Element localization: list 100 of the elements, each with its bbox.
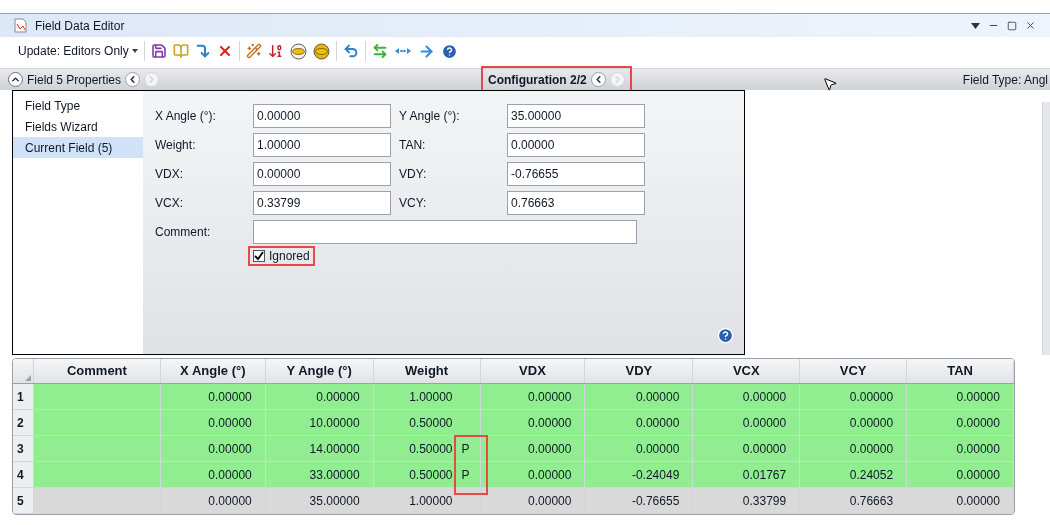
table-cell: 0.00000	[693, 436, 801, 461]
row-number: 4	[13, 462, 34, 487]
table-cell: -0.24049	[585, 462, 694, 487]
table-cell: 35.00000	[265, 488, 374, 513]
table-cell: 0.00000	[907, 410, 1014, 435]
save-icon[interactable]	[150, 43, 167, 59]
panel-title: Field 5 Properties	[27, 71, 122, 89]
column-header[interactable]: X Angle (°)	[160, 359, 266, 383]
number-field[interactable]: 0.00000	[507, 132, 645, 157]
dotted-arrows-icon[interactable]	[393, 46, 412, 56]
table-cell: 0.00000	[160, 436, 266, 461]
close-icon[interactable]	[1025, 20, 1036, 31]
table-cell: 0.00000	[693, 384, 801, 409]
table-cell: 0.00000	[585, 436, 694, 461]
filled-lens-icon[interactable]	[312, 42, 330, 60]
table-cell: 0.00000	[585, 410, 694, 435]
number-field[interactable]: 35.00000	[507, 103, 645, 128]
table-cell-text: 0.50000	[408, 441, 454, 458]
solve-marker[interactable]: P	[461, 468, 470, 482]
row-number: 3	[13, 436, 34, 461]
column-header[interactable]: VDX	[480, 359, 586, 383]
mouse-cursor-icon	[822, 76, 838, 92]
column-header[interactable]: TAN	[907, 359, 1014, 383]
column-header[interactable]: VDY	[585, 359, 694, 383]
nav-item[interactable]: Fields Wizard	[13, 116, 143, 137]
field-label: Weight:	[155, 136, 197, 154]
column-header[interactable]: VCX	[693, 359, 801, 383]
table-cell: 0.33799	[693, 488, 801, 513]
column-header[interactable]: Y Angle (°)	[265, 359, 374, 383]
arrow-down-right-icon[interactable]	[194, 43, 211, 59]
chevron-up-icon	[10, 74, 21, 85]
maximize-icon[interactable]	[1007, 20, 1017, 31]
nav-item[interactable]: Field Type	[13, 95, 143, 116]
swap-arrows-icon[interactable]	[371, 43, 388, 59]
table-cell: 0.00000	[907, 462, 1014, 487]
number-field[interactable]: 0.76663	[507, 190, 645, 215]
table-cell: 0.00000	[480, 384, 586, 409]
comment-field[interactable]	[253, 219, 637, 244]
table-cell: 0.00000	[585, 384, 694, 409]
number-field[interactable]: -0.76655	[507, 161, 645, 186]
table-row[interactable]: 3 0.00000 14.00000 0.50000 P 0.00000 0.00000 0.00000 0.00000 0.00000	[13, 436, 1014, 462]
field-label: Comment:	[155, 223, 212, 241]
checkmark-icon	[254, 251, 264, 261]
collapse-button[interactable]	[8, 72, 23, 87]
table-cell: 0.00000	[800, 436, 908, 461]
table-cell-text: 1.00000	[408, 493, 454, 510]
magic-wand-icon[interactable]	[245, 43, 262, 59]
window-title: Field Data Editor	[35, 17, 125, 35]
sort-numeric-icon[interactable]	[267, 43, 284, 59]
table-cell: 0.00000	[160, 462, 266, 487]
table-row[interactable]: 4 0.00000 33.00000 0.50000 P 0.00000 -0.24049 0.01767 0.24052 0.00000	[13, 462, 1014, 488]
help-icon[interactable]	[440, 42, 458, 60]
table-cell: 0.00000	[480, 410, 586, 435]
table-row[interactable]: 2 0.00000 10.00000 0.50000 0.00000 0.00000 0.00000 0.00000 0.00000	[13, 410, 1014, 436]
table-cell: 0.00000	[480, 488, 586, 513]
update-dropdown[interactable]: Update: Editors Only	[18, 42, 138, 60]
column-header[interactable]: VCY	[800, 359, 908, 383]
row-number: 5	[13, 488, 34, 513]
field-label: VCX:	[155, 194, 184, 212]
field-type-label: Field Type: Angl	[962, 71, 1048, 89]
table-cell: 14.00000	[265, 436, 374, 461]
chart-document-icon	[14, 18, 27, 33]
column-header[interactable]: Comment	[34, 359, 161, 383]
number-field[interactable]: 0.33799	[253, 190, 391, 215]
number-field[interactable]: 0.00000	[253, 103, 391, 128]
nav-item[interactable]: Current Field (5)	[13, 137, 143, 158]
help-icon[interactable]	[717, 327, 734, 344]
table-cell: 0.00000	[480, 462, 586, 487]
solve-marker[interactable]: P	[461, 442, 470, 456]
row-number: 1	[13, 384, 34, 409]
column-header[interactable]: Weight	[373, 359, 481, 383]
table-cell: 0.00000	[693, 410, 801, 435]
ignored-checkbox[interactable]: Ignored	[248, 246, 315, 266]
table-cell-text: 1.00000	[408, 389, 454, 406]
table-cell-text: 0.50000	[408, 415, 454, 432]
field-label: VCY:	[399, 194, 428, 212]
previous-button[interactable]	[125, 72, 141, 87]
table-cell: 0.00000	[160, 384, 266, 409]
field-label: VDY:	[399, 165, 428, 183]
dropdown-icon[interactable]	[971, 22, 980, 29]
previous-button[interactable]	[590, 72, 606, 87]
table-cell: 0.00000	[907, 488, 1014, 513]
number-field[interactable]: 1.00000	[253, 132, 391, 157]
field-label: VDX:	[155, 165, 184, 183]
configuration-label: Configuration 2/2	[488, 71, 587, 89]
table-cell: 0.00000	[907, 436, 1014, 461]
arrow-right-icon[interactable]	[417, 42, 435, 60]
table-cell: 0.24052	[800, 462, 908, 487]
number-field[interactable]: 0.00000	[253, 161, 391, 186]
table-row[interactable]: 1 0.00000 0.00000 1.00000 0.00000 0.00000 0.00000 0.00000 0.00000	[13, 384, 1014, 410]
field-label: TAN:	[399, 136, 427, 154]
table-cell: 0.00000	[907, 384, 1014, 409]
row-number: 2	[13, 410, 34, 435]
field-label: Y Angle (°):	[399, 107, 461, 125]
curved-arrow-icon[interactable]	[342, 43, 359, 59]
field-label: X Angle (°):	[155, 107, 217, 125]
table-cell: 0.00000	[160, 488, 266, 513]
table-cell: 0.00000	[160, 410, 266, 435]
table-row[interactable]: 5 0.00000 35.00000 1.00000 0.00000 -0.76655 0.33799 0.76663 0.00000	[13, 488, 1014, 514]
lens-icon[interactable]	[289, 42, 307, 60]
